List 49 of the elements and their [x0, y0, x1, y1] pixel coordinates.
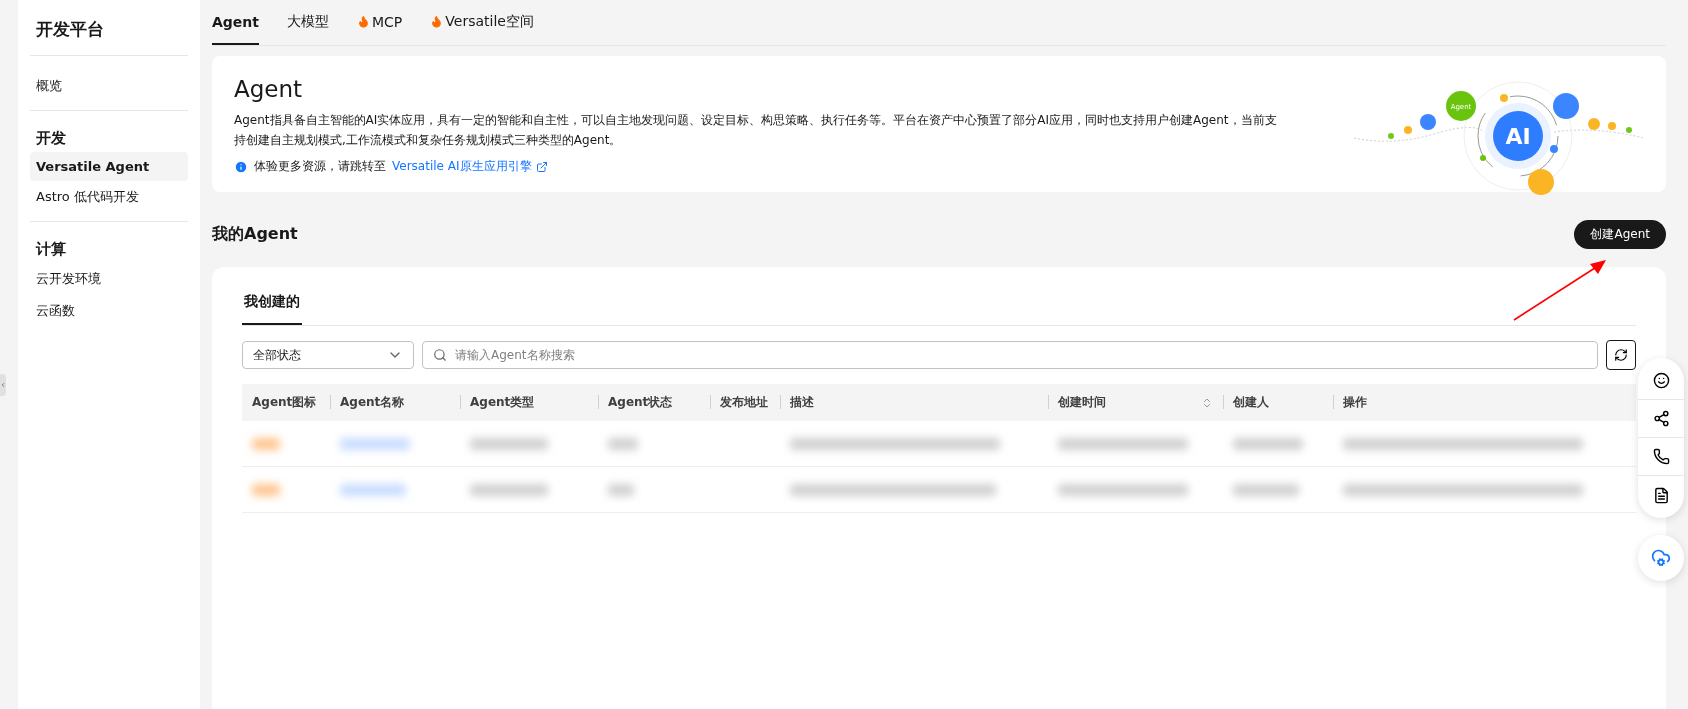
create-agent-button[interactable]: 创建Agent: [1574, 220, 1666, 249]
section-heading: 计算: [34, 239, 67, 260]
cloud-icon: [1651, 548, 1671, 568]
column-header: Agent状态: [598, 384, 710, 421]
column-header: 操作: [1333, 384, 1636, 421]
section-title: 我的Agent: [212, 224, 298, 245]
phone-icon: [1652, 448, 1670, 465]
column-header: 创建人: [1223, 384, 1333, 421]
sort-icon[interactable]: [1201, 396, 1213, 409]
tab[interactable]: 大模型: [287, 0, 329, 45]
search-field[interactable]: 请输入Agent名称搜索: [422, 341, 1598, 369]
document-icon: [1652, 486, 1670, 504]
blurred-content: [340, 483, 406, 496]
search-icon: [433, 348, 447, 362]
blurred-content: [608, 483, 634, 496]
engine-link[interactable]: Versatile AI原生应用引擎: [392, 158, 548, 175]
column-header: Agent名称: [330, 384, 460, 421]
blurred-content: [1233, 437, 1303, 450]
external-link-icon: [535, 160, 548, 173]
column-header: 发布地址: [710, 384, 780, 421]
column-header: 创建时间: [1048, 384, 1223, 421]
sub-tab[interactable]: 我创建的: [242, 283, 302, 325]
tip-text: 体验更多资源，请跳转至: [254, 158, 386, 175]
collapse-handle[interactable]: [0, 374, 6, 396]
tab[interactable]: MCP: [357, 0, 403, 45]
sidebar-item[interactable]: Versatile Agent: [30, 152, 188, 181]
refresh-button[interactable]: [1606, 340, 1636, 370]
refresh-icon: [1614, 348, 1628, 362]
tab[interactable]: Versatile空间: [430, 0, 534, 45]
blurred-content: [1233, 483, 1299, 496]
blurred-content: [608, 437, 638, 450]
blurred-content: [340, 437, 410, 450]
column-header: Agent图标: [242, 384, 330, 421]
info-icon: [234, 159, 248, 174]
tab[interactable]: Agent: [212, 0, 259, 45]
share-icon: [1652, 410, 1670, 427]
sidebar-item[interactable]: Astro 低代码开发: [30, 181, 188, 213]
sidebar-title: 开发平台: [30, 14, 188, 56]
sidebar-item[interactable]: 云函数: [30, 295, 188, 327]
status-select[interactable]: 全部状态: [242, 341, 414, 369]
column-header: 描述: [780, 384, 1048, 421]
intro-title: Agent: [234, 76, 304, 102]
cloud-code-button[interactable]: [1638, 535, 1684, 581]
intro-description: Agent指具备自主智能的AI实体应用，具有一定的智能和自主性，可以自主地发现问题、设定目标、构思策略、执行任务等。平台在资产中心预置了部分AI应用，同时也支持用户创建Agent，当前支持创建自主规划模式,工作流模式和复杂任务规划模式三种类型的Agent。: [234, 112, 1278, 149]
column-header: Agent类型: [460, 384, 598, 421]
section-heading: 开发: [35, 128, 67, 149]
smile-icon: [1652, 372, 1670, 389]
sidebar-item[interactable]: 云开发环境: [30, 263, 188, 295]
sidebar-item[interactable]: 概览: [30, 70, 188, 102]
